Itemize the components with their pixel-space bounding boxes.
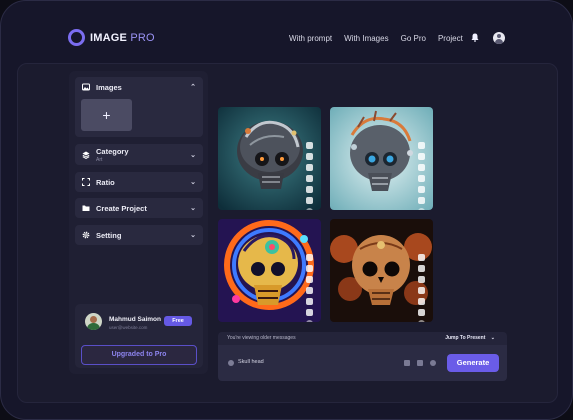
share-icon[interactable] bbox=[306, 175, 313, 182]
heart-icon[interactable] bbox=[418, 309, 425, 316]
edit-icon[interactable] bbox=[306, 164, 313, 171]
gear-icon bbox=[82, 231, 90, 239]
chevron-down-icon: ⌄ bbox=[190, 179, 196, 186]
edit-icon[interactable] bbox=[306, 276, 313, 283]
copy-icon[interactable] bbox=[418, 265, 425, 272]
older-messages-bar: You're viewing older messages Jump To Pr… bbox=[218, 332, 507, 345]
app-window: IMAGE PRO With prompt With Images Go Pro… bbox=[0, 0, 573, 420]
ratio-label: Ratio bbox=[96, 177, 115, 187]
jump-to-present-button[interactable]: Jump To Present ⌄ bbox=[445, 332, 495, 345]
more-icon[interactable] bbox=[306, 208, 313, 210]
nav-project[interactable]: Project bbox=[438, 34, 463, 43]
chevron-down-icon: ⌄ bbox=[190, 151, 196, 159]
user-email: user@website.com bbox=[109, 325, 148, 330]
copy-icon[interactable] bbox=[418, 153, 425, 160]
folder-icon bbox=[82, 205, 90, 211]
gallery-image-skull-mechanical-blue[interactable] bbox=[330, 107, 433, 210]
edit-icon[interactable] bbox=[418, 164, 425, 171]
category-label: Category bbox=[96, 146, 129, 156]
nav-go-pro[interactable]: Go Pro bbox=[401, 34, 426, 43]
chevron-up-icon: ⌃ bbox=[190, 84, 196, 91]
logo-icon bbox=[68, 29, 85, 46]
user-avatar-icon[interactable] bbox=[493, 32, 505, 44]
user-card: Mahmud Saimon user@website.com Free Upgr… bbox=[75, 304, 203, 368]
close-icon[interactable] bbox=[418, 254, 425, 261]
user-name: Mahmud Saimon bbox=[109, 316, 162, 323]
heart-icon[interactable] bbox=[418, 197, 425, 204]
layers-icon bbox=[82, 151, 90, 159]
nav-with-images[interactable]: With Images bbox=[344, 34, 388, 43]
heart-icon[interactable] bbox=[306, 197, 313, 204]
logo[interactable]: IMAGE PRO bbox=[68, 29, 155, 46]
grid-icon[interactable] bbox=[404, 360, 410, 366]
images-label: Images bbox=[96, 82, 122, 92]
more-icon[interactable] bbox=[306, 320, 313, 322]
gallery-image-skull-psychedelic[interactable] bbox=[218, 219, 321, 322]
older-messages-text: You're viewing older messages bbox=[227, 335, 296, 341]
upgrade-button[interactable]: Upgraded to Pro bbox=[81, 345, 197, 365]
setting-label: Setting bbox=[96, 230, 122, 240]
image-toolbar bbox=[306, 142, 314, 210]
share-icon[interactable] bbox=[418, 175, 425, 182]
copy-icon[interactable] bbox=[306, 153, 313, 160]
plan-badge: Free bbox=[164, 316, 192, 326]
add-image-button[interactable]: + bbox=[81, 99, 132, 131]
avatar bbox=[85, 313, 102, 330]
images-section-header[interactable]: Images ⌃ bbox=[75, 77, 203, 97]
bell-icon[interactable] bbox=[471, 33, 479, 42]
gallery-image-skull-mechanical-teal[interactable] bbox=[218, 107, 321, 210]
heart-icon[interactable] bbox=[306, 309, 313, 316]
emoji-icon[interactable] bbox=[430, 360, 436, 366]
chevron-down-icon: ⌄ bbox=[490, 335, 495, 341]
prompt-input[interactable]: Skull head bbox=[238, 359, 264, 365]
folder-icon[interactable] bbox=[306, 298, 313, 305]
close-icon[interactable] bbox=[306, 142, 313, 149]
more-icon[interactable] bbox=[418, 208, 425, 210]
folder-icon[interactable] bbox=[306, 186, 313, 193]
copy-icon[interactable] bbox=[306, 265, 313, 272]
category-value: Art bbox=[96, 156, 103, 163]
chevron-down-icon: ⌄ bbox=[190, 205, 196, 212]
create-project-label: Create Project bbox=[96, 203, 147, 213]
setting-section[interactable]: Setting ⌄ bbox=[75, 225, 203, 245]
close-icon[interactable] bbox=[306, 254, 313, 261]
image-toolbar bbox=[306, 254, 314, 322]
brand-name: IMAGE bbox=[90, 31, 128, 44]
brand-suffix: PRO bbox=[130, 31, 155, 44]
folder-icon[interactable] bbox=[418, 186, 425, 193]
share-icon[interactable] bbox=[418, 287, 425, 294]
images-section: Images ⌃ + bbox=[75, 77, 203, 137]
folder-icon[interactable] bbox=[418, 298, 425, 305]
aspect-ratio-icon bbox=[82, 178, 90, 186]
ratio-section[interactable]: Ratio ⌄ bbox=[75, 172, 203, 192]
chevron-down-icon: ⌄ bbox=[190, 232, 196, 239]
edit-icon[interactable] bbox=[418, 276, 425, 283]
create-project-section[interactable]: Create Project ⌄ bbox=[75, 198, 203, 218]
image-icon bbox=[82, 83, 90, 91]
prompt-icon bbox=[228, 360, 234, 366]
prompt-bar: Skull head Generate bbox=[218, 345, 507, 381]
image-toolbar bbox=[418, 254, 426, 322]
image-upload-icon[interactable] bbox=[417, 360, 423, 366]
close-icon[interactable] bbox=[418, 142, 425, 149]
more-icon[interactable] bbox=[418, 320, 425, 322]
share-icon[interactable] bbox=[306, 287, 313, 294]
generate-button[interactable]: Generate bbox=[447, 354, 499, 372]
category-section[interactable]: Category Art ⌄ bbox=[75, 144, 203, 165]
top-nav: With prompt With Images Go Pro Project bbox=[289, 34, 475, 43]
gallery-image-skull-floral-orange[interactable] bbox=[330, 219, 433, 322]
image-toolbar bbox=[418, 142, 426, 210]
nav-with-prompt[interactable]: With prompt bbox=[289, 34, 332, 43]
